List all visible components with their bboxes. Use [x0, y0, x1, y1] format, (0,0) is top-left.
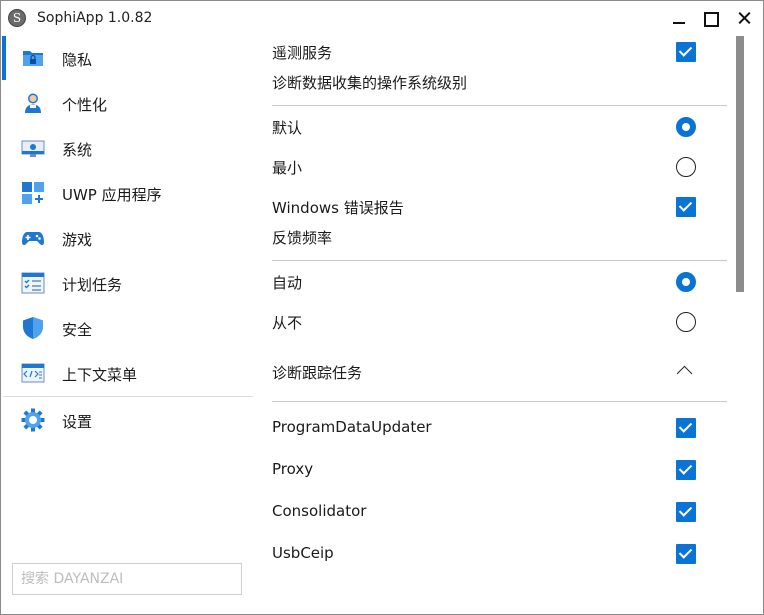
- diag-level-title: 诊断数据收集的操作系统级别: [272, 74, 468, 92]
- title-bar: SophiApp 1.0.82: [1, 1, 763, 35]
- sidebar-item-privacy[interactable]: 隐私: [1, 36, 253, 80]
- sidebar-item-label: 设置: [62, 413, 93, 431]
- security-shield-icon: [21, 316, 45, 340]
- task-checkbox[interactable]: [676, 502, 696, 522]
- sidebar-item-uwp-apps[interactable]: UWP 应用程序: [1, 171, 253, 215]
- sidebar-item-label: 上下文菜单: [62, 366, 138, 384]
- sidebar-item-settings[interactable]: 设置: [1, 398, 253, 442]
- close-icon[interactable]: [731, 5, 759, 31]
- feedback-auto-radio[interactable]: [676, 272, 696, 292]
- diag-level-default-row[interactable]: 默认: [272, 112, 727, 142]
- telemetry-row[interactable]: 遥测服务: [272, 37, 727, 67]
- option-label: 默认: [272, 119, 303, 137]
- tracking-tasks-label: 诊断跟踪任务: [272, 364, 363, 382]
- section-divider: [272, 105, 727, 106]
- feedback-never-radio[interactable]: [676, 312, 696, 332]
- sidebar-item-context-menu[interactable]: 上下文菜单: [1, 351, 253, 395]
- task-label: Proxy: [272, 460, 314, 478]
- sidebar-item-system[interactable]: 系统: [1, 126, 253, 170]
- uwp-apps-grid-icon: [21, 181, 45, 205]
- task-label: ProgramDataUpdater: [272, 418, 432, 436]
- minimize-icon[interactable]: [665, 5, 693, 31]
- sidebar-item-label: 游戏: [62, 231, 93, 249]
- search-box: [12, 563, 242, 595]
- app-logo-icon: [8, 9, 26, 27]
- active-indicator: [2, 36, 6, 80]
- section-divider: [272, 260, 727, 261]
- task-row[interactable]: Consolidator: [272, 497, 727, 527]
- option-label: 从不: [272, 314, 303, 332]
- task-row[interactable]: UsbCeip: [272, 539, 727, 569]
- privacy-folder-icon: [21, 46, 45, 70]
- diag-level-minimal-row[interactable]: 最小: [272, 152, 727, 182]
- sidebar-item-label: 隐私: [62, 51, 93, 69]
- section-divider: [272, 401, 727, 402]
- app-window: SophiApp 1.0.82 隐私: [0, 0, 764, 615]
- sidebar-item-label: UWP 应用程序: [62, 186, 162, 204]
- feedback-never-row[interactable]: 从不: [272, 307, 727, 337]
- system-monitor-icon: [21, 136, 45, 160]
- chevron-up-icon[interactable]: [676, 365, 693, 382]
- diag-level-minimal-radio[interactable]: [676, 157, 696, 177]
- sidebar-item-label: 计划任务: [62, 276, 123, 294]
- sidebar-item-personalization[interactable]: 个性化: [1, 81, 253, 125]
- scrollbar-thumb[interactable]: [736, 36, 744, 292]
- sidebar-item-gaming[interactable]: 游戏: [1, 216, 253, 260]
- task-label: UsbCeip: [272, 544, 334, 562]
- search-input[interactable]: [14, 565, 240, 593]
- task-label: Consolidator: [272, 502, 367, 520]
- sidebar: 隐私 个性化 系统 UWP 应用程序 游戏 计划任务 安全 上下文菜单 设置 搜…: [1, 36, 253, 614]
- telemetry-label: 遥测服务: [272, 44, 333, 62]
- settings-gear-icon: [21, 408, 45, 432]
- task-row[interactable]: Proxy: [272, 455, 727, 485]
- sidebar-divider: [3, 396, 253, 397]
- task-row[interactable]: ProgramDataUpdater: [272, 413, 727, 443]
- window-title: SophiApp 1.0.82: [37, 10, 153, 26]
- telemetry-checkbox[interactable]: [676, 42, 696, 62]
- context-menu-code-icon: [21, 361, 45, 385]
- task-checkbox[interactable]: [676, 418, 696, 438]
- diag-level-default-radio[interactable]: [676, 117, 696, 137]
- sidebar-item-security[interactable]: 安全: [1, 306, 253, 350]
- sidebar-item-label: 系统: [62, 141, 93, 159]
- task-checkbox[interactable]: [676, 460, 696, 480]
- feedback-auto-row[interactable]: 自动: [272, 267, 727, 297]
- sidebar-item-label: 个性化: [62, 96, 108, 114]
- tracking-tasks-header[interactable]: 诊断跟踪任务: [272, 357, 727, 387]
- maximize-icon[interactable]: [697, 5, 725, 31]
- error-reporting-row[interactable]: Windows 错误报告: [272, 192, 727, 222]
- main-content: 遥测服务 诊断数据收集的操作系统级别 默认 最小 Windows 错误报告 反馈…: [253, 36, 763, 614]
- scheduled-tasks-checklist-icon: [21, 271, 45, 295]
- personalization-user-icon: [21, 91, 45, 115]
- option-label: 自动: [272, 274, 303, 292]
- sidebar-item-scheduled-tasks[interactable]: 计划任务: [1, 261, 253, 305]
- gamepad-icon: [21, 226, 45, 250]
- option-label: 最小: [272, 159, 303, 177]
- task-checkbox[interactable]: [676, 544, 696, 564]
- error-reporting-label: Windows 错误报告: [272, 199, 404, 217]
- error-reporting-checkbox[interactable]: [676, 197, 696, 217]
- sidebar-item-label: 安全: [62, 321, 93, 339]
- feedback-title: 反馈频率: [272, 229, 333, 247]
